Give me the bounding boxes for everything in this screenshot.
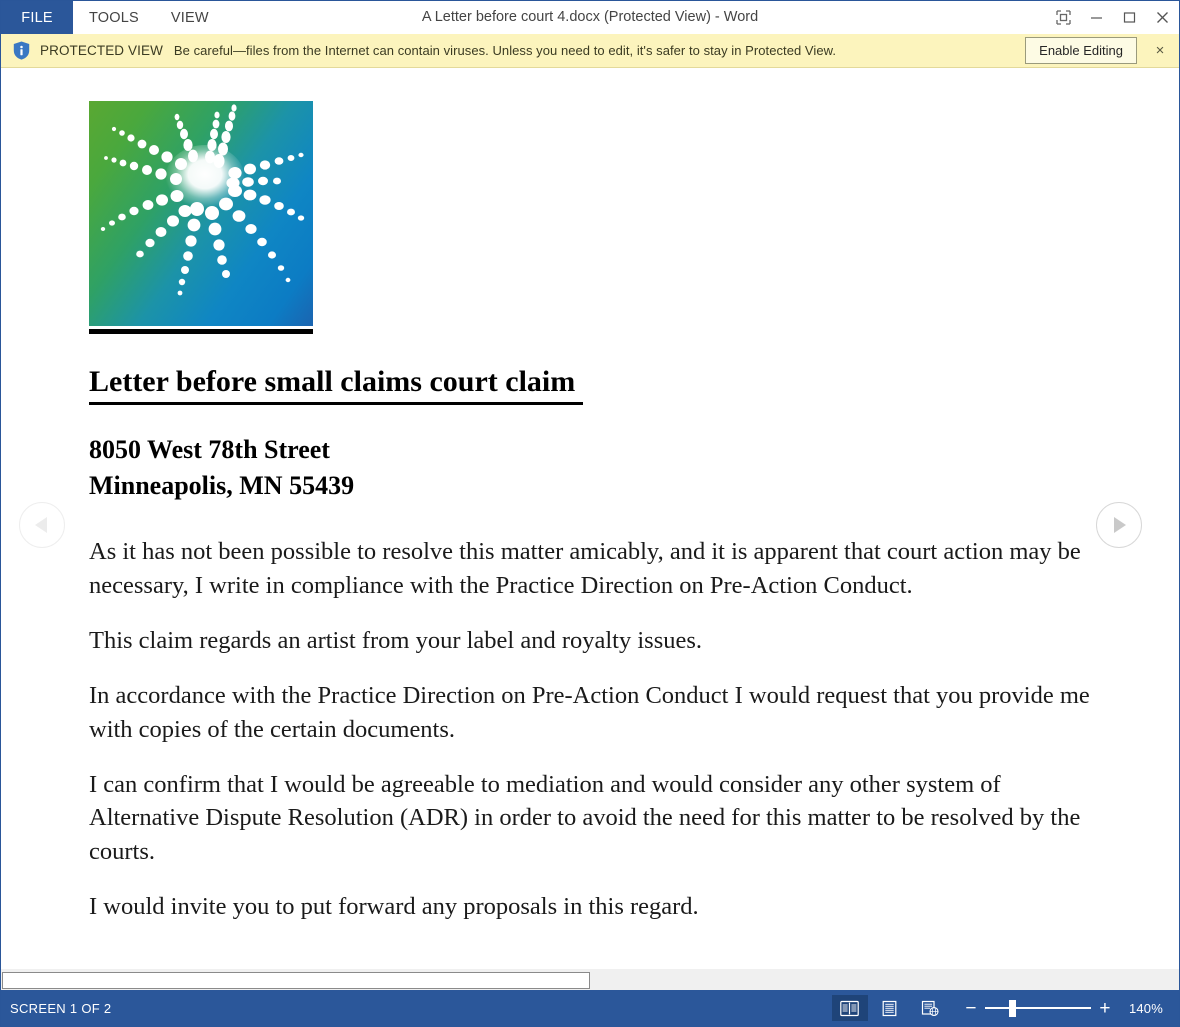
status-bar: SCREEN 1 OF 2 − + 140% xyxy=(1,990,1179,1026)
document-paragraph: In accordance with the Practice Directio… xyxy=(89,682,1090,743)
window-controls xyxy=(1047,1,1179,34)
word-application-window: FILE TOOLS VIEW A Letter before court 4.… xyxy=(0,0,1180,1027)
horizontal-scrollbar[interactable] xyxy=(1,969,1179,990)
minimize-icon xyxy=(1091,17,1102,19)
document-paragraph: I would invite you to put forward any pr… xyxy=(89,892,699,920)
maximize-button[interactable] xyxy=(1113,1,1146,34)
file-tab[interactable]: FILE xyxy=(1,1,73,34)
print-layout-icon xyxy=(883,1000,897,1016)
zoom-slider-track[interactable] xyxy=(984,1000,1091,1017)
close-icon xyxy=(1157,12,1168,23)
zoom-in-button[interactable]: + xyxy=(1094,999,1116,1018)
protected-view-message: Be careful—files from the Internet can c… xyxy=(173,43,837,58)
address-line-2: Minneapolis, MN 55439 xyxy=(89,471,355,501)
document-paragraph: This claim regards an artist from your l… xyxy=(89,626,703,654)
titlebar-spacer xyxy=(225,1,1047,34)
status-bar-right-group: − + 140% xyxy=(830,990,1179,1026)
logo-underline-rule xyxy=(89,329,313,334)
close-button[interactable] xyxy=(1146,1,1179,34)
protected-view-label: PROTECTED VIEW xyxy=(40,43,163,58)
enable-editing-button[interactable]: Enable Editing xyxy=(1025,37,1137,64)
next-screen-button[interactable] xyxy=(1096,502,1142,548)
horizontal-scrollbar-thumb[interactable] xyxy=(2,972,590,989)
shield-info-icon xyxy=(13,41,30,60)
read-mode-button[interactable] xyxy=(831,995,868,1021)
ribbon-display-options-icon xyxy=(1056,10,1071,25)
left-triangle-icon xyxy=(35,517,47,533)
maximize-icon xyxy=(1123,12,1136,23)
web-layout-button[interactable] xyxy=(912,995,948,1021)
print-layout-button[interactable] xyxy=(872,995,908,1021)
document-heading: Letter before small claims court claim xyxy=(89,365,583,405)
previous-screen-button[interactable] xyxy=(19,502,65,548)
right-triangle-icon xyxy=(1114,517,1126,533)
title-bar: FILE TOOLS VIEW A Letter before court 4.… xyxy=(1,1,1179,34)
document-page: Letter before small claims court claim 8… xyxy=(89,101,1094,923)
ribbon-display-options-button[interactable] xyxy=(1047,1,1080,34)
halftone-starburst-icon xyxy=(100,104,305,296)
zoom-level-label[interactable]: 140% xyxy=(1129,1001,1163,1016)
address-line-1: 8050 West 78th Street xyxy=(89,434,330,464)
zoom-slider-thumb[interactable] xyxy=(1008,1000,1016,1017)
document-paragraph: I can confirm that I would be agreeable … xyxy=(89,770,1081,865)
minimize-button[interactable] xyxy=(1080,1,1113,34)
tab-tools[interactable]: TOOLS xyxy=(73,1,155,34)
company-logo xyxy=(89,101,313,326)
web-layout-icon xyxy=(921,1000,939,1016)
read-mode-icon xyxy=(840,1000,860,1016)
zoom-out-button[interactable]: − xyxy=(960,999,982,1018)
dismiss-protected-view-button[interactable]: × xyxy=(1147,43,1173,58)
tab-view[interactable]: VIEW xyxy=(155,1,225,34)
zoom-control: − + 140% xyxy=(960,990,1179,1026)
protected-view-bar: PROTECTED VIEW Be careful—files from the… xyxy=(1,34,1179,68)
document-view-area: Letter before small claims court claim 8… xyxy=(1,68,1179,969)
screen-indicator[interactable]: SCREEN 1 OF 2 xyxy=(10,1001,111,1016)
document-paragraph: As it has not been possible to resolve t… xyxy=(89,538,1081,599)
